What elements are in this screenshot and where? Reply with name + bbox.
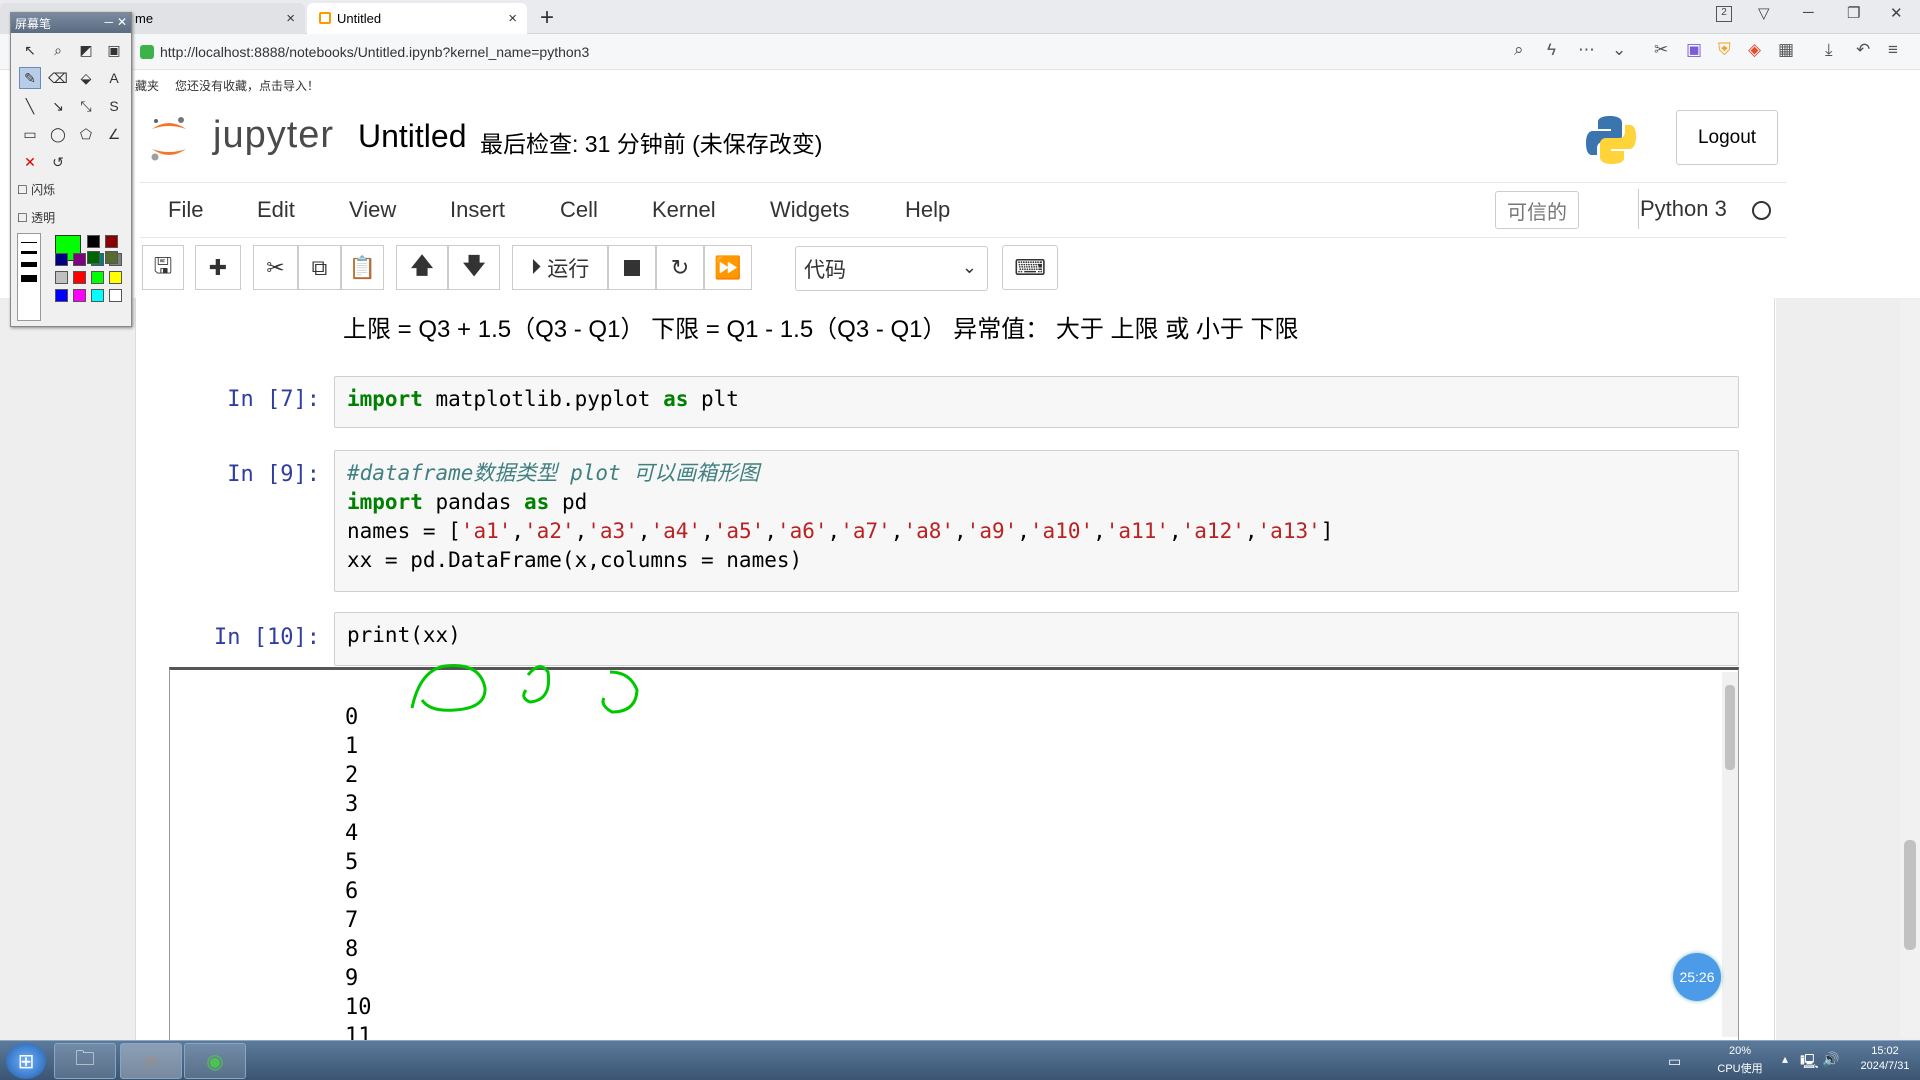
color-swatch[interactable] (105, 251, 118, 264)
polygon-icon[interactable]: ⬠ (75, 123, 97, 145)
color-swatch[interactable] (73, 253, 86, 266)
cpu-percent: 20% (1728, 1045, 1752, 1057)
color-swatch[interactable] (109, 289, 122, 302)
double-arrow-icon[interactable]: ⤡ (75, 95, 97, 117)
pen-annotations (410, 663, 639, 714)
clear-icon[interactable]: ✕ (19, 151, 41, 173)
color-swatch[interactable] (87, 235, 100, 248)
jupyter-app-icon: ◌ (145, 1049, 157, 1072)
pen-icon[interactable]: ✎ (19, 67, 41, 89)
flash-checkbox[interactable]: ☐ 闪烁 (17, 181, 55, 198)
angle-icon[interactable]: ∠ (103, 123, 125, 145)
windows-taskbar: ⊞ 🗀 ◌ ◉ ▭ 20% CPU使用 ▴ 🖳 🔊 15:02 2024/7/3… (0, 1040, 1920, 1080)
keyboard-icon[interactable]: ▭ (1668, 1053, 1681, 1070)
color-swatch[interactable] (73, 271, 86, 284)
eraser-icon[interactable]: ⌫ (47, 67, 69, 89)
color-swatch[interactable] (105, 235, 118, 248)
cpu-label: CPU使用 (1717, 1063, 1763, 1075)
browser-app-button[interactable]: ◉ (184, 1043, 246, 1079)
color-swatch[interactable] (87, 251, 100, 264)
screen-pen-title: 屏幕笔 ─ ✕ (11, 13, 131, 33)
ellipse-icon[interactable]: ◯ (47, 123, 69, 145)
screenshot-icon[interactable]: ◩ (75, 39, 97, 61)
windows-logo-icon: ⊞ (17, 1050, 35, 1073)
fill-icon[interactable]: ⬙ (75, 67, 97, 89)
undo-icon[interactable]: ↺ (47, 151, 69, 173)
close-icon[interactable]: ✕ (117, 15, 127, 29)
screen-pen-title-text: 屏幕笔 (15, 17, 52, 31)
arrow-icon[interactable]: ↘ (47, 95, 69, 117)
transparent-checkbox[interactable]: ☐ 透明 (17, 209, 55, 226)
color-palette (55, 235, 131, 323)
minimize-icon[interactable]: ─ (104, 15, 113, 29)
tray-expand-icon[interactable]: ▴ (1782, 1052, 1788, 1066)
zoom-icon[interactable]: ⌕ (47, 39, 69, 61)
line-icon[interactable]: ╲ (19, 95, 41, 117)
jupyter-app-button[interactable]: ◌ (120, 1043, 182, 1079)
line-width-selector[interactable] (17, 233, 41, 321)
timer-badge[interactable]: 25:26 (1673, 953, 1721, 1001)
color-swatch[interactable] (109, 271, 122, 284)
flash-label: 闪烁 (31, 183, 56, 197)
clock-time[interactable]: 15:02 (1850, 1045, 1920, 1057)
clock-date[interactable]: 2024/7/31 (1850, 1060, 1920, 1072)
folder-icon: 🗀 (75, 1048, 95, 1070)
screen-pen-toolbox[interactable]: 屏幕笔 ─ ✕ ↖ ⌕ ◩ ▣ ✎ ⌫ ⬙ A ╲ ↘ ⤡ S ▭ ◯ ⬠ ∠ … (10, 12, 132, 327)
network-icon[interactable]: 🖳 (1800, 1051, 1819, 1075)
transparent-label: 透明 (31, 211, 56, 225)
rectangle-icon[interactable]: ▭ (19, 123, 41, 145)
color-swatch[interactable] (55, 289, 68, 302)
text-icon[interactable]: A (103, 67, 125, 89)
color-swatch[interactable] (91, 271, 104, 284)
curve-icon[interactable]: S (103, 95, 125, 117)
color-swatch[interactable] (55, 253, 68, 266)
explorer-button[interactable]: 🗀 (54, 1043, 116, 1079)
color-swatch[interactable] (73, 289, 86, 302)
volume-icon[interactable]: 🔊 (1822, 1051, 1839, 1068)
color-swatch[interactable] (55, 271, 68, 284)
color-swatch[interactable] (91, 289, 104, 302)
pointer-icon[interactable]: ↖ (19, 39, 41, 61)
start-button[interactable]: ⊞ (6, 1043, 46, 1079)
browser-icon: ◉ (206, 1050, 224, 1073)
board-icon[interactable]: ▣ (103, 39, 125, 61)
